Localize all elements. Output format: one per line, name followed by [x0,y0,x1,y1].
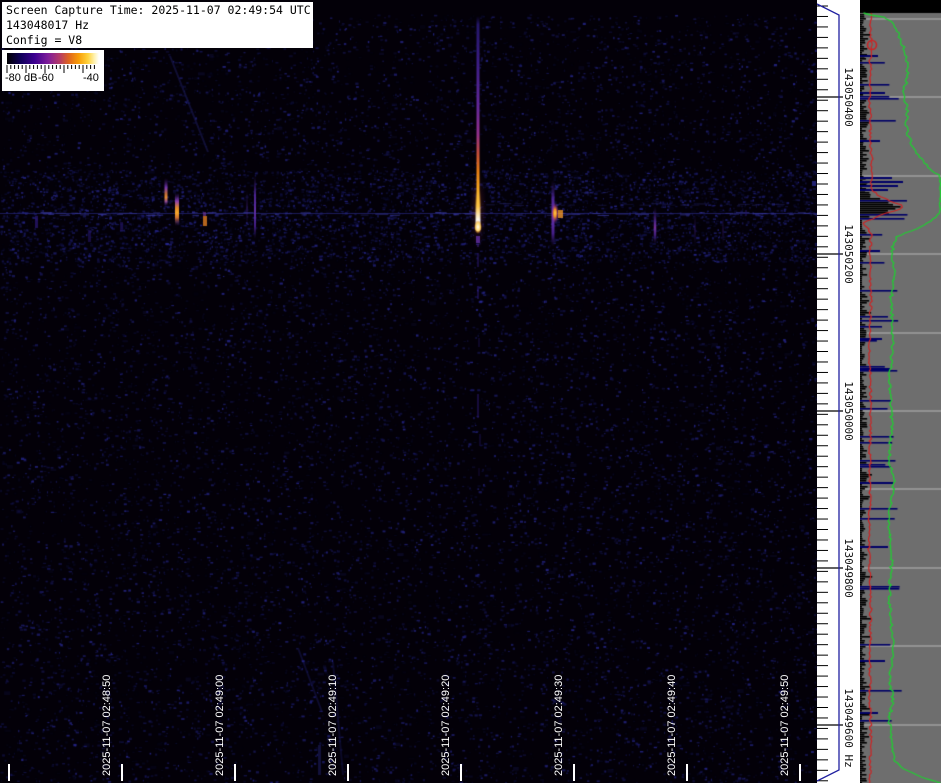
time-tick [573,764,575,781]
colorbar-label-max: -40 [83,72,99,84]
freq-label: 143049800 [842,538,855,598]
freq-label: 143050400 [842,67,855,127]
freq-label: 143050000 [842,381,855,441]
time-tick [8,764,10,781]
time-label: 2025-11-07 02:49:10 [327,675,339,776]
time-tick [686,764,688,781]
freq-label: 143049600 Hz [842,688,855,767]
config-text: Config = V8 [6,33,309,48]
time-label: 2025-11-07 02:49:50 [779,675,791,776]
time-label: 2025-11-07 02:49:20 [440,675,452,776]
colorbar-gradient [7,53,99,64]
time-label: 2025-11-07 02:49:00 [214,675,226,776]
colorbar-label-min: -80 dB [5,72,37,84]
time-label: 2025-11-07 02:48:50 [101,675,113,776]
time-tick [234,764,236,781]
time-tick [460,764,462,781]
center-frequency-text: 143048017 Hz [6,18,309,33]
intensity-colorbar: -80 dB -60 -40 [2,50,104,91]
freq-label: 143050200 [842,224,855,284]
capture-time-text: Screen Capture Time: 2025-11-07 02:49:54… [6,3,309,18]
time-label: 2025-11-07 02:49:30 [553,675,565,776]
capture-info-box: Screen Capture Time: 2025-11-07 02:49:54… [2,2,313,48]
frequency-axis: 143050400 143050200 143050000 143049800 1430… [817,0,860,783]
time-tick [799,764,801,781]
spectrum-panel-canvas [860,0,941,783]
time-tick [347,764,349,781]
time-label: 2025-11-07 02:49:40 [666,675,678,776]
colorbar-label-mid: -60 [38,72,54,84]
time-tick [121,764,123,781]
spectrogram-screen: 2025-11-07 02:48:402025-11-07 02:48:5020… [0,0,941,783]
time-axis: 2025-11-07 02:48:402025-11-07 02:48:5020… [0,0,818,783]
